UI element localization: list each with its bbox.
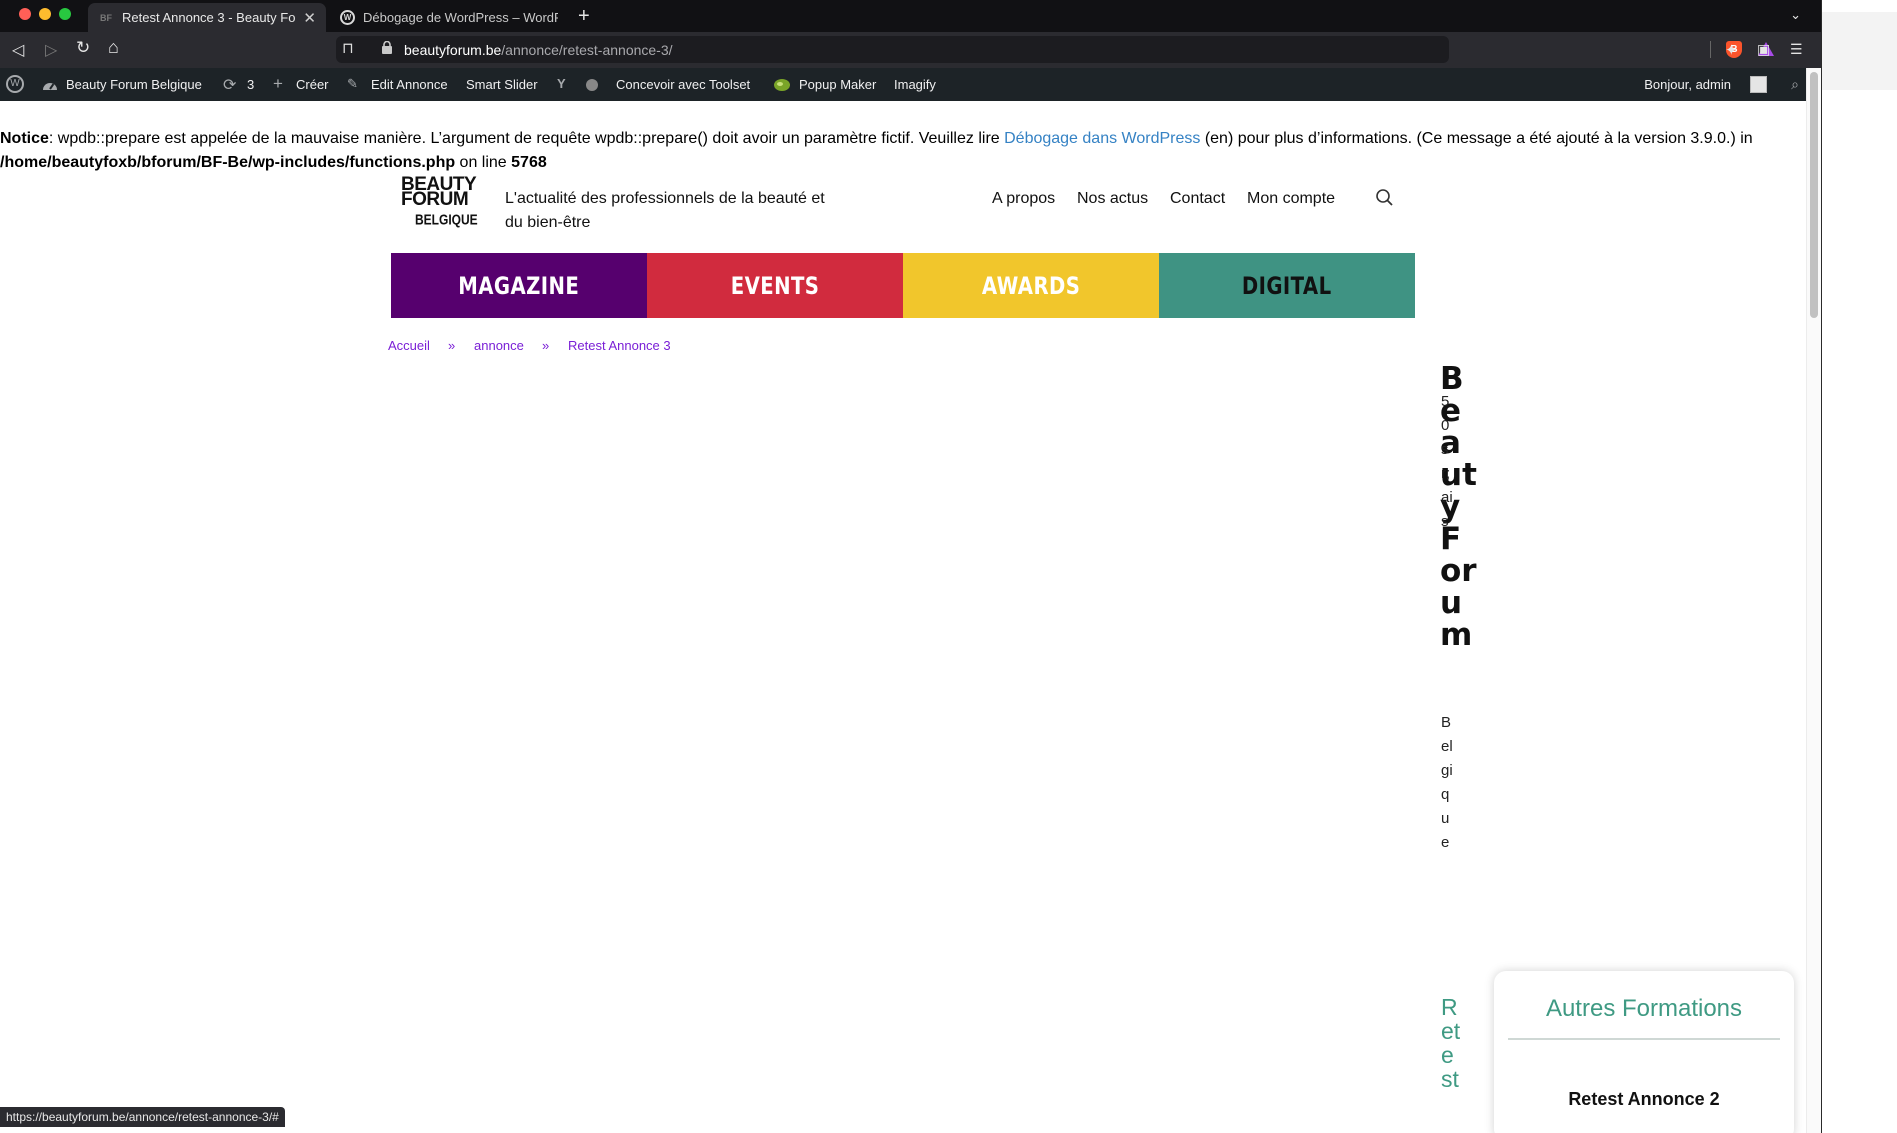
autres-formations-card: Autres Formations Retest Annonce 2 <box>1494 971 1794 1133</box>
debug-link[interactable]: Débogage dans WordPress <box>1004 130 1200 147</box>
new-tab-button[interactable]: + <box>578 5 590 28</box>
category-magazine[interactable]: MAGAZINE <box>391 253 647 318</box>
bookmark-icon[interactable]: ⊓ <box>342 39 354 57</box>
dashboard-icon[interactable] <box>42 77 58 94</box>
search-icon[interactable]: ⌕ <box>1791 76 1799 93</box>
edit-annonce-link[interactable]: Edit Annonce <box>371 77 448 92</box>
avatar[interactable] <box>1750 76 1767 93</box>
wp-admin-bar: W Beauty Forum Belgique ⟳ 3 + Créer ✎ Ed… <box>0 68 1821 101</box>
url-text: beautyforum.be/annonce/retest-annonce-3/ <box>404 42 673 58</box>
menu-icon[interactable]: ☰ <box>1790 41 1803 58</box>
nav-nos-actus[interactable]: Nos actus <box>1077 190 1148 208</box>
create-link[interactable]: Créer <box>296 77 329 92</box>
breadcrumb-separator: » <box>542 338 550 353</box>
updates-count[interactable]: 3 <box>247 77 254 92</box>
yoast-icon[interactable]: Y <box>557 76 566 91</box>
link-status-bar: https://beautyforum.be/annonce/retest-an… <box>0 1107 285 1127</box>
site-name-link[interactable]: Beauty Forum Belgique <box>66 77 202 92</box>
wordpress-logo-icon[interactable]: W <box>6 75 24 93</box>
address-bar[interactable]: ⊓ beautyforum.be/annonce/retest-annonce-… <box>336 36 1774 63</box>
annonce-meta: 50sr;ais <box>1441 393 1453 530</box>
nav-mon-compte[interactable]: Mon compte <box>1247 190 1335 208</box>
card-title: Autres Formations <box>1545 995 1743 1022</box>
category-digital[interactable]: DIGITAL <box>1159 253 1415 318</box>
breadcrumb-annonce[interactable]: annonce <box>474 338 524 353</box>
site-search-icon[interactable] <box>1375 189 1393 212</box>
wordpress-favicon-icon: W <box>340 10 355 25</box>
category-menu: MAGAZINE EVENTS AWARDS DIGITAL <box>391 253 1415 318</box>
site-logo[interactable]: BEAUTY FORUM BELGIQUE <box>401 175 481 228</box>
popup-maker-icon <box>773 77 791 95</box>
reload-icon[interactable]: ↻ <box>76 38 90 58</box>
desktop-background <box>1822 0 1897 1133</box>
formation-link[interactable]: Retest Annonce 2 <box>1494 1089 1794 1110</box>
pencil-icon[interactable]: ✎ <box>347 76 358 92</box>
back-icon[interactable]: ◁ <box>12 40 24 60</box>
close-window-button[interactable] <box>19 8 31 20</box>
seo-status-dot-icon <box>586 79 598 91</box>
close-tab-icon[interactable]: ✕ <box>303 9 316 27</box>
browser-window: BF Retest Annonce 3 - Beauty Foru ✕ W Dé… <box>0 0 1822 1133</box>
plus-icon[interactable]: + <box>273 74 283 94</box>
lock-icon <box>382 40 392 57</box>
site-tagline: L'actualité des professionnels de la bea… <box>505 190 825 231</box>
php-notice: Notice: wpdb::prepare est appelée de la … <box>0 130 1753 171</box>
site-favicon-icon: BF <box>100 12 112 23</box>
tab-strip: BF Retest Annonce 3 - Beauty Foru ✕ W Dé… <box>0 0 1821 32</box>
category-awards[interactable]: AWARDS <box>903 253 1159 318</box>
tab-title: Débogage de WordPress – WordPre <box>363 10 558 25</box>
scrollbar-thumb[interactable] <box>1810 72 1818 318</box>
annonce-location: Belgique <box>1441 714 1453 851</box>
tab-retest-annonce[interactable]: BF Retest Annonce 3 - Beauty Foru ✕ <box>88 3 326 32</box>
popup-maker-link[interactable]: Popup Maker <box>799 77 876 92</box>
nav-contact[interactable]: Contact <box>1170 190 1225 208</box>
related-link[interactable]: Retest <box>1441 995 1463 1091</box>
imagify-link[interactable]: Imagify <box>894 77 936 92</box>
updates-icon[interactable]: ⟳ <box>223 75 236 95</box>
wallet-icon[interactable]: ▣ <box>1757 41 1770 58</box>
breadcrumb-separator: » <box>448 338 456 353</box>
category-events[interactable]: EVENTS <box>647 253 903 318</box>
browser-toolbar: ◁ ▷ ↻ ⌂ ⊓ beautyforum.be/annonce/retest-… <box>0 32 1821 68</box>
tab-list-chevron-icon[interactable]: ⌄ <box>1790 7 1801 23</box>
breadcrumb-home[interactable]: Accueil <box>388 338 430 353</box>
maximize-window-button[interactable] <box>59 8 71 20</box>
extensions-icon[interactable]: ✦ <box>1725 41 1738 59</box>
smart-slider-link[interactable]: Smart Slider <box>466 77 538 92</box>
account-greeting[interactable]: Bonjour, admin <box>1644 77 1731 92</box>
toolset-link[interactable]: Concevoir avec Toolset <box>616 77 750 92</box>
breadcrumb-current: Retest Annonce 3 <box>568 338 671 353</box>
minimize-window-button[interactable] <box>39 8 51 20</box>
tab-title: Retest Annonce 3 - Beauty Foru <box>122 10 296 25</box>
home-icon[interactable]: ⌂ <box>108 37 119 58</box>
nav-a-propos[interactable]: A propos <box>992 190 1055 208</box>
card-divider <box>1508 1038 1780 1040</box>
url-separator <box>1710 41 1711 58</box>
forward-icon[interactable]: ▷ <box>45 40 57 60</box>
tab-debogage-wordpress[interactable]: W Débogage de WordPress – WordPre <box>330 3 568 32</box>
